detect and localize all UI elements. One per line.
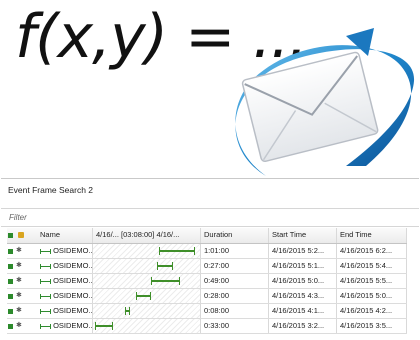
event-frame-icon bbox=[40, 308, 51, 314]
row-duration: 1:01:00 bbox=[201, 244, 269, 258]
pin-icon[interactable]: ✱ bbox=[16, 319, 22, 333]
row-start-time: 4/16/2015 4:1... bbox=[269, 304, 337, 318]
row-duration: 0:08:00 bbox=[201, 304, 269, 318]
status-icon bbox=[8, 278, 13, 284]
status-icon bbox=[8, 232, 13, 238]
lock-icon bbox=[18, 232, 24, 239]
row-icons: ✱ bbox=[7, 274, 37, 288]
table-row[interactable]: ✱ OSIDEMO... 0:08:00 4/16/2015 4:1... 4/16/… bbox=[7, 304, 407, 319]
table-row[interactable]: ✱ OSIDEMO... 0:49:00 4/16/2015 5:0... 4/16/… bbox=[7, 274, 407, 289]
event-frame-search-panel: Event Frame Search 2 Filter Name 4/16/..… bbox=[1, 178, 419, 340]
row-name: OSIDEMO... bbox=[37, 289, 93, 303]
mail-envelope-icon bbox=[235, 28, 415, 177]
row-start-time: 4/16/2015 5:0... bbox=[269, 274, 337, 288]
row-icons: ✱ bbox=[7, 259, 37, 273]
row-name-text: OSIDEMO... bbox=[53, 261, 93, 270]
pin-icon[interactable]: ✱ bbox=[16, 244, 22, 258]
row-icons: ✱ bbox=[7, 319, 37, 333]
event-frame-table: Name 4/16/... [03:08:00] 4/16/... Durati… bbox=[7, 228, 407, 334]
pin-icon[interactable]: ✱ bbox=[16, 289, 22, 303]
column-header-timeline[interactable]: 4/16/... [03:08:00] 4/16/... bbox=[93, 228, 201, 243]
row-timeline bbox=[93, 274, 201, 288]
event-frame-icon bbox=[40, 293, 51, 299]
column-header-start-time[interactable]: Start Time bbox=[269, 228, 337, 243]
row-name-text: OSIDEMO... bbox=[53, 276, 93, 285]
row-name-text: OSIDEMO... bbox=[53, 291, 93, 300]
row-name: OSIDEMO... bbox=[37, 259, 93, 273]
row-duration: 0:49:00 bbox=[201, 274, 269, 288]
event-frame-icon bbox=[40, 278, 51, 284]
event-frame-icon bbox=[40, 323, 51, 329]
pin-icon[interactable]: ✱ bbox=[16, 304, 22, 318]
table-header: Name 4/16/... [03:08:00] 4/16/... Durati… bbox=[7, 228, 407, 244]
timeline-bar bbox=[159, 247, 195, 255]
divider bbox=[1, 226, 419, 227]
table-row[interactable]: ✱ OSIDEMO... 0:33:00 4/16/2015 3:2... 4/16/… bbox=[7, 319, 407, 334]
status-icon bbox=[8, 308, 13, 314]
status-icon bbox=[8, 248, 13, 254]
row-timeline bbox=[93, 319, 201, 333]
row-timeline bbox=[93, 304, 201, 318]
row-timeline bbox=[93, 289, 201, 303]
row-end-time: 4/16/2015 3:5... bbox=[337, 319, 407, 333]
row-name-text: OSIDEMO... bbox=[53, 306, 93, 315]
row-start-time: 4/16/2015 4:3... bbox=[269, 289, 337, 303]
row-duration: 0:27:00 bbox=[201, 259, 269, 273]
timeline-bar bbox=[125, 307, 130, 315]
row-icons: ✱ bbox=[7, 244, 37, 258]
panel-title: Event Frame Search 2 bbox=[8, 185, 94, 195]
header-icons bbox=[7, 228, 37, 243]
divider bbox=[1, 208, 419, 209]
row-name-text: OSIDEMO... bbox=[53, 246, 93, 255]
row-end-time: 4/16/2015 6:2... bbox=[337, 244, 407, 258]
status-icon bbox=[8, 323, 13, 329]
row-end-time: 4/16/2015 5:4... bbox=[337, 259, 407, 273]
hero-illustration: f(x,y) = ... bbox=[0, 0, 420, 178]
row-timeline bbox=[93, 244, 201, 258]
timeline-bar bbox=[95, 322, 113, 330]
row-start-time: 4/16/2015 5:2... bbox=[269, 244, 337, 258]
row-name: OSIDEMO... bbox=[37, 244, 93, 258]
status-icon bbox=[8, 263, 13, 269]
table-row[interactable]: ✱ OSIDEMO... 0:27:00 4/16/2015 5:1... 4/16/… bbox=[7, 259, 407, 274]
row-name: OSIDEMO... bbox=[37, 274, 93, 288]
event-frame-icon bbox=[40, 248, 51, 254]
table-row[interactable]: ✱ OSIDEMO... 1:01:00 4/16/2015 5:2... 4/16/… bbox=[7, 244, 407, 259]
row-end-time: 4/16/2015 5:5... bbox=[337, 274, 407, 288]
row-timeline bbox=[93, 259, 201, 273]
row-duration: 0:28:00 bbox=[201, 289, 269, 303]
row-end-time: 4/16/2015 4:2... bbox=[337, 304, 407, 318]
row-icons: ✱ bbox=[7, 289, 37, 303]
pin-icon[interactable]: ✱ bbox=[16, 259, 22, 273]
status-icon bbox=[8, 293, 13, 299]
timeline-bar bbox=[157, 262, 173, 270]
column-header-name[interactable]: Name bbox=[37, 228, 93, 243]
row-name-text: OSIDEMO... bbox=[53, 321, 93, 330]
row-end-time: 4/16/2015 5:0... bbox=[337, 289, 407, 303]
timeline-bar bbox=[136, 292, 151, 300]
row-name: OSIDEMO... bbox=[37, 304, 93, 318]
row-name: OSIDEMO... bbox=[37, 319, 93, 333]
timeline-bar bbox=[151, 277, 180, 285]
row-start-time: 4/16/2015 5:1... bbox=[269, 259, 337, 273]
table-row[interactable]: ✱ OSIDEMO... 0:28:00 4/16/2015 4:3... 4/16/… bbox=[7, 289, 407, 304]
pin-icon[interactable]: ✱ bbox=[16, 274, 22, 288]
column-header-end-time[interactable]: End Time bbox=[337, 228, 407, 243]
column-header-duration[interactable]: Duration bbox=[201, 228, 269, 243]
event-frame-icon bbox=[40, 263, 51, 269]
row-start-time: 4/16/2015 3:2... bbox=[269, 319, 337, 333]
row-icons: ✱ bbox=[7, 304, 37, 318]
row-duration: 0:33:00 bbox=[201, 319, 269, 333]
filter-input[interactable]: Filter bbox=[9, 213, 27, 222]
